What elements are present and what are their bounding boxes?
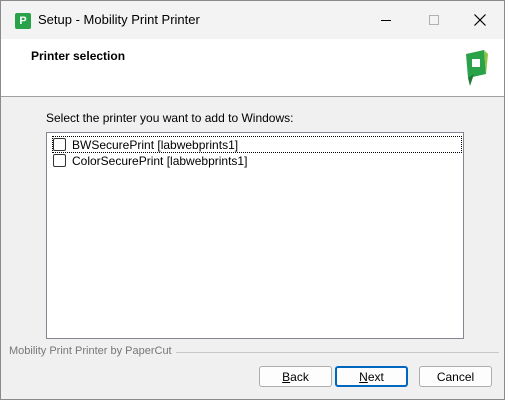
wizard-header: Printer selection xyxy=(1,39,504,97)
close-icon xyxy=(474,14,486,26)
close-button[interactable] xyxy=(457,1,503,39)
setup-window: P Setup - Mobility Print Printer Printer… xyxy=(0,0,505,400)
printer-checkbox[interactable] xyxy=(53,154,66,167)
back-accelerator: B xyxy=(282,369,291,384)
back-label: ack xyxy=(290,369,309,384)
printer-checkbox[interactable] xyxy=(53,138,66,151)
printer-list[interactable]: BWSecurePrint [labwebprints1] ColorSecur… xyxy=(46,132,464,339)
page-title: Printer selection xyxy=(31,49,126,63)
printer-label: ColorSecurePrint [labwebprints1] xyxy=(72,153,248,168)
printer-selection-prompt: Select the printer you want to add to Wi… xyxy=(46,111,294,125)
minimize-button[interactable] xyxy=(363,1,409,39)
title-bar[interactable]: P Setup - Mobility Print Printer xyxy=(1,1,504,39)
maximize-button[interactable] xyxy=(411,1,457,39)
papercut-logo-icon xyxy=(466,50,488,86)
next-accelerator: N xyxy=(359,369,368,384)
cancel-button[interactable]: Cancel xyxy=(419,366,492,387)
cancel-label: Cancel xyxy=(436,369,475,384)
back-button[interactable]: Back xyxy=(259,366,332,387)
next-button[interactable]: Next xyxy=(335,366,408,387)
branding-label: Mobility Print Printer by PaperCut xyxy=(9,345,176,357)
minimize-icon xyxy=(380,19,391,21)
maximize-icon xyxy=(428,14,439,25)
list-item-printer-bw[interactable]: BWSecurePrint [labwebprints1] xyxy=(52,136,462,153)
list-item-printer-color[interactable]: ColorSecurePrint [labwebprints1] xyxy=(53,153,247,168)
papercut-app-icon: P xyxy=(15,13,31,29)
next-label: ext xyxy=(367,369,384,384)
printer-label: BWSecurePrint [labwebprints1] xyxy=(72,137,239,152)
window-title: Setup - Mobility Print Printer xyxy=(38,12,200,27)
